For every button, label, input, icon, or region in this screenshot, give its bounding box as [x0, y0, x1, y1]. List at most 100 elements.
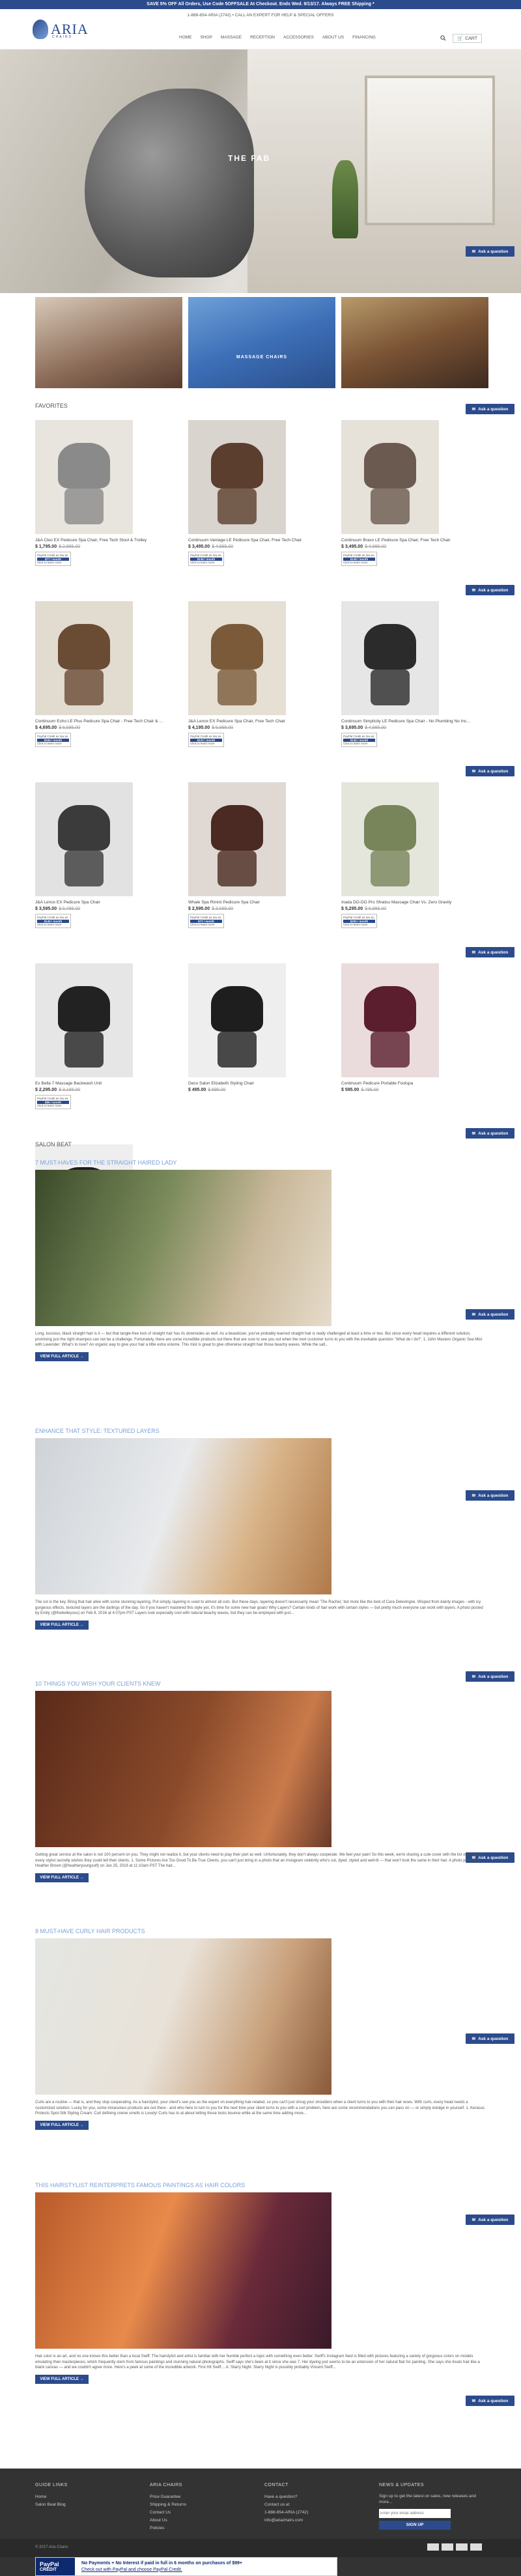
paypal-credit-badge[interactable]: PayPal Credit as low as $138 / month Click… — [188, 552, 224, 566]
product-image[interactable] — [35, 420, 133, 534]
product-image[interactable] — [341, 420, 439, 534]
ask-question-button[interactable]: ✉Ask a question — [466, 585, 514, 595]
product-name[interactable]: J&A Lenox EX Pedicure Spa Chair — [35, 900, 165, 905]
footer-link[interactable]: Contact Us — [150, 2509, 260, 2517]
ask-question-button[interactable]: ✉Ask a question — [466, 947, 514, 957]
blog-post-image[interactable] — [35, 1170, 331, 1326]
footer-phone[interactable]: 1-888-654-ARIA (2742) — [264, 2509, 375, 2517]
product-image[interactable] — [188, 963, 286, 1077]
product-name[interactable]: Continuum Pedicure Portable Footspa — [341, 1081, 472, 1086]
search-icon[interactable] — [440, 35, 446, 42]
product-name[interactable]: J&A Cleo EX Pedicure Spa Chair, Free Tec… — [35, 538, 165, 543]
blog-post-title[interactable]: 8 MUST-HAVE CURLY HAIR PRODUCTS — [35, 1928, 485, 1934]
ask-question-button[interactable]: ✉Ask a question — [466, 766, 514, 776]
footer-link[interactable]: Salon Beat Blog — [35, 2501, 146, 2509]
product-name[interactable]: Continuum Simplicity LE Pedicure Spa Cha… — [341, 719, 472, 724]
paypal-credit-badge[interactable]: PayPal Credit as low as $200 / month Click… — [341, 914, 377, 928]
hero-slider[interactable]: THE FAB — [0, 50, 521, 293]
paypal-credit-badge[interactable]: PayPal Credit as low as $138 / month Click… — [341, 552, 377, 566]
nav-financing[interactable]: FINANCING — [352, 35, 376, 40]
product-card[interactable]: Continuum Pedicure Portable Footspa $ 595… — [341, 963, 472, 1092]
blog-post-title[interactable]: THIS HAIRSTYLIST REINTERPRETS FAMOUS PAI… — [35, 2182, 485, 2188]
product-name[interactable]: J&A Lenox EX Pedicure Spa Chair, Free Te… — [188, 719, 318, 724]
blog-post-title[interactable]: 7 MUST-HAVES FOR THE STRAIGHT HAIRED LAD… — [35, 1159, 485, 1166]
product-card[interactable]: Whale Spa Rimini Pedicure Spa Chair $ 2,5… — [188, 782, 318, 928]
product-card[interactable]: J&A Lenox EX Pedicure Spa Chair, Free Te… — [188, 601, 318, 747]
footer-link[interactable]: About Us — [150, 2517, 260, 2525]
paypal-credit-badge[interactable]: PayPal Credit as low as $73 / month Click … — [188, 914, 224, 928]
view-full-article-button[interactable]: VIEW FULL ARTICLE → — [35, 1620, 89, 1630]
blog-post-image[interactable] — [35, 2192, 331, 2349]
footer-link[interactable]: Price Guarantee — [150, 2493, 260, 2501]
product-card[interactable]: Inada DO-DO Pro Shiatsu Massage Chair Vs… — [341, 782, 472, 928]
product-price: $ 2,295.00 $ 3,195.00 — [35, 1088, 81, 1092]
product-card[interactable]: Continuum Echo LE Plus Pedicure Spa Chai… — [35, 601, 165, 747]
ask-question-button[interactable]: ✉Ask a question — [466, 1128, 514, 1139]
blog-post-image[interactable] — [35, 1438, 331, 1594]
product-card[interactable]: J&A Cleo EX Pedicure Spa Chair, Free Tec… — [35, 420, 165, 566]
blog-post-title[interactable]: 10 THINGS YOU WISH YOUR CLIENTS KNEW — [35, 1680, 485, 1687]
product-image[interactable] — [188, 782, 286, 896]
logo[interactable]: ARIA CHAIRS — [33, 17, 91, 42]
cart-label: CART — [465, 36, 477, 41]
nav-home[interactable]: HOME — [179, 35, 192, 40]
product-card[interactable]: Ex Bella 7 Massage Backwash Unit $ 2,295.… — [35, 963, 165, 1109]
cart-button[interactable]: 🛒 CART — [453, 34, 482, 43]
product-name[interactable]: Continuum Vantage LE Pedicure Spa Chair,… — [188, 538, 318, 543]
product-price: $ 3,495.00 $ 4,995.00 — [341, 545, 387, 549]
paypal-credit-badge[interactable]: PayPal Credit as low as $145 / month Click… — [35, 914, 71, 928]
view-full-article-button[interactable]: VIEW FULL ARTICLE → — [35, 1352, 89, 1361]
product-name[interactable]: Continuum Bravo LE Pedicure Spa Chair, F… — [341, 538, 472, 543]
ask-question-button[interactable]: ✉Ask a question — [466, 404, 514, 414]
product-image[interactable] — [35, 963, 133, 1077]
product-card[interactable]: Continuum Bravo LE Pedicure Spa Chair, F… — [341, 420, 472, 566]
product-image[interactable] — [35, 601, 133, 715]
product-card[interactable]: Continuum Simplicity LE Pedicure Spa Cha… — [341, 601, 472, 747]
product-image[interactable] — [341, 601, 439, 715]
category-pedicure-chairs[interactable] — [35, 297, 182, 388]
product-price: $ 4,195.00 $ 5,995.00 — [188, 726, 234, 730]
newsletter-email-input[interactable] — [379, 2509, 451, 2518]
product-name[interactable]: Continuum Echo LE Plus Pedicure Spa Chai… — [35, 719, 165, 724]
product-chair-base — [64, 488, 104, 524]
ask-question-button[interactable]: ✉Ask a question — [466, 246, 514, 257]
product-image[interactable] — [188, 601, 286, 715]
hero-title: THE FAB — [228, 154, 271, 163]
view-full-article-button[interactable]: VIEW FULL ARTICLE → — [35, 2374, 89, 2384]
blog-post-image[interactable] — [35, 1691, 331, 1847]
footer-email[interactable]: info@ariachairs.com — [264, 2517, 375, 2525]
ask-question-button[interactable]: ✉Ask a question — [466, 2396, 514, 2406]
nav-massage[interactable]: MASSAGE — [221, 35, 242, 40]
view-full-article-button[interactable]: VIEW FULL ARTICLE → — [35, 1873, 89, 1882]
paypal-credit-banner[interactable]: PayPal CREDIT No Payments + No Interest … — [35, 2557, 337, 2576]
blog-post-image[interactable] — [35, 1938, 331, 2095]
nav-accessories[interactable]: ACCESSORIES — [283, 35, 314, 40]
product-card[interactable]: Deco Salon Elizabeth Styling Chair $ 495.… — [188, 963, 318, 1092]
footer-link[interactable]: Shipping & Returns — [150, 2501, 260, 2509]
paypal-credit-badge[interactable]: PayPal Credit as low as $95 / month Click … — [35, 1095, 71, 1109]
nav-shop[interactable]: SHOP — [201, 35, 212, 40]
nav-about[interactable]: ABOUT US — [322, 35, 344, 40]
paypal-credit-badge[interactable]: PayPal Credit as low as $184 / month Click… — [35, 733, 71, 747]
product-name[interactable]: Inada DO-DO Pro Shiatsu Massage Chair Vs… — [341, 900, 472, 905]
view-full-article-button[interactable]: VIEW FULL ARTICLE → — [35, 2120, 89, 2130]
product-card[interactable]: J&A Lenox EX Pedicure Spa Chair $ 3,595.0… — [35, 782, 165, 928]
footer-link[interactable]: Home — [35, 2493, 146, 2501]
product-image[interactable] — [188, 420, 286, 534]
paypal-credit-badge[interactable]: PayPal Credit as low as $122 / month Click… — [188, 733, 224, 747]
product-name[interactable]: Ex Bella 7 Massage Backwash Unit — [35, 1081, 165, 1086]
paypal-credit-badge[interactable]: PayPal Credit as low as $77 / month Click … — [35, 552, 71, 566]
blog-post-title[interactable]: ENHANCE THAT STYLE: TEXTURED LAYERS — [35, 1428, 485, 1434]
signup-button[interactable]: SIGN UP — [379, 2521, 451, 2530]
product-name[interactable]: Whale Spa Rimini Pedicure Spa Chair — [188, 900, 318, 905]
product-image[interactable] — [35, 782, 133, 896]
product-image[interactable] — [341, 782, 439, 896]
category-massage-chairs[interactable]: MASSAGE CHAIRS — [188, 297, 335, 388]
nav-reception[interactable]: RECEPTION — [250, 35, 275, 40]
paypal-credit-badge[interactable]: PayPal Credit as low as $145 / month Click… — [341, 733, 377, 747]
product-name[interactable]: Deco Salon Elizabeth Styling Chair — [188, 1081, 318, 1086]
footer-link[interactable]: Policies — [150, 2525, 260, 2532]
category-salon-furniture[interactable] — [341, 297, 488, 388]
product-card[interactable]: Continuum Vantage LE Pedicure Spa Chair,… — [188, 420, 318, 566]
product-image[interactable] — [341, 963, 439, 1077]
